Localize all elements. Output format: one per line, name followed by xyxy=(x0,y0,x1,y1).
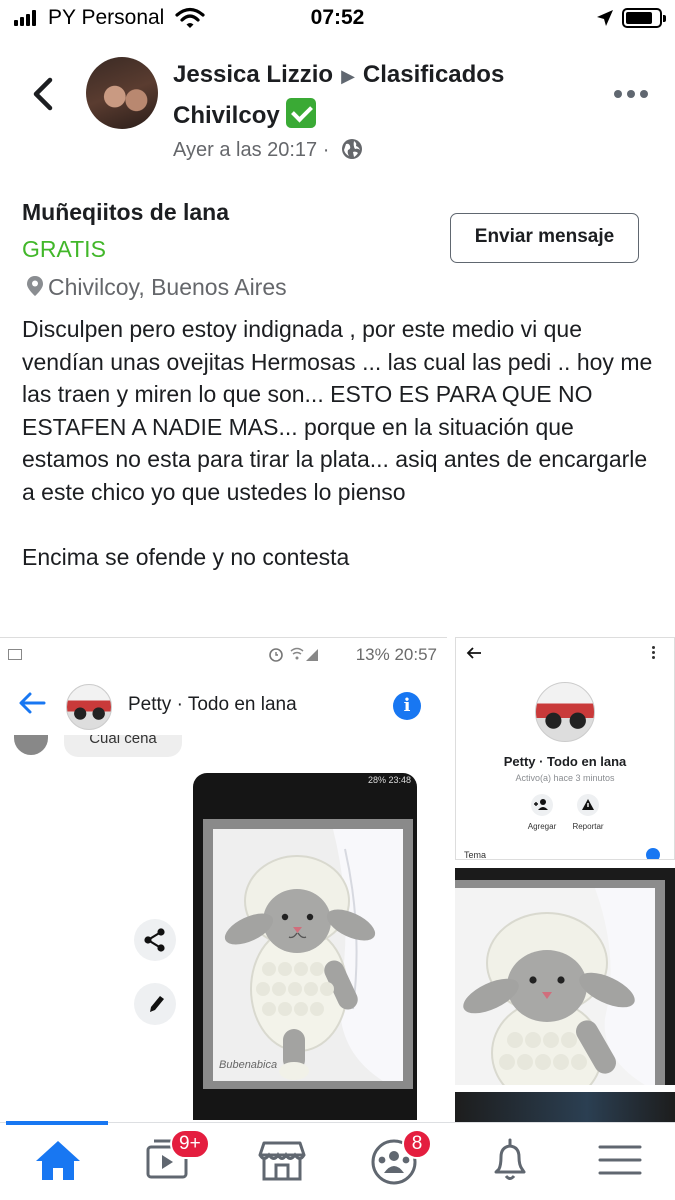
nav-home[interactable] xyxy=(30,1135,86,1185)
theme-label: Tema xyxy=(464,850,487,860)
chat-avatar-small xyxy=(14,735,48,755)
post-timestamp[interactable]: Ayer a las 20:17 xyxy=(173,139,317,161)
add-friend-icon xyxy=(534,799,548,810)
embedded-status-bar: 13% 20:57 xyxy=(0,638,447,670)
nav-notifications[interactable] xyxy=(482,1135,538,1185)
clock-time: 07:52 xyxy=(310,6,365,29)
post-body-text: Disculpen pero estoy indignada , por est… xyxy=(22,316,653,570)
pencil-icon xyxy=(150,996,164,1012)
info-icon: i xyxy=(393,692,421,720)
send-message-button[interactable]: Enviar mensaje xyxy=(450,213,639,263)
home-icon xyxy=(36,1141,80,1180)
back-arrow-icon xyxy=(19,692,46,714)
more-vertical-icon xyxy=(652,646,656,660)
status-bar: PY Personal 07:52 xyxy=(0,0,675,38)
nav-watch[interactable]: 9+ xyxy=(140,1129,210,1185)
group-name[interactable]: Clasificados xyxy=(363,61,504,88)
bell-icon xyxy=(494,1138,526,1180)
theme-color-dot xyxy=(646,848,660,859)
wifi-signal-icon xyxy=(290,647,318,661)
hamburger-menu-icon xyxy=(598,1145,642,1175)
nav-marketplace[interactable] xyxy=(254,1135,310,1185)
post-photo-profile-screenshot[interactable]: Petty · Todo en lana Activo(a) hace 3 mi… xyxy=(455,637,675,860)
profile-name: Petty · Todo en lana xyxy=(503,754,627,769)
post-photo-chat-screenshot[interactable]: 13% 20:57 Petty · Todo en lana i Cual ce… xyxy=(0,637,447,1120)
location-arrow-icon xyxy=(597,10,613,26)
bottom-navigation: 9+ 8 xyxy=(0,1121,675,1200)
chat-photo: 28% 23:48 Bubenabica xyxy=(193,773,417,1120)
marketplace-store-icon xyxy=(258,1141,306,1181)
share-icon xyxy=(144,928,165,952)
more-options-icon[interactable] xyxy=(614,86,648,102)
crochet-lamb-photo xyxy=(455,868,675,1085)
chat-bubble: Cual cena xyxy=(64,735,182,757)
green-check-icon xyxy=(285,98,316,128)
groups-notification-badge: 8 xyxy=(402,1129,432,1159)
back-arrow-icon[interactable] xyxy=(26,76,60,112)
author-name[interactable]: Jessica Lizzio xyxy=(173,61,333,88)
active-tab-indicator xyxy=(6,1121,108,1125)
inner-status-text: 28% 23:48 xyxy=(367,775,411,785)
post-photo-partial[interactable] xyxy=(455,1092,675,1122)
author-avatar[interactable] xyxy=(86,57,158,129)
photo-watermark: Bubenabica xyxy=(219,1059,278,1071)
arrow-right-icon: ▶ xyxy=(341,66,355,86)
nav-groups[interactable]: 8 xyxy=(368,1129,432,1185)
location-text: Chivilcoy, Buenos Aires xyxy=(48,274,287,300)
report-action-label: Reportar xyxy=(572,822,604,831)
embedded-status-text: 13% 20:57 xyxy=(355,645,437,664)
meta-separator: · xyxy=(322,139,330,161)
nav-menu[interactable] xyxy=(592,1135,648,1185)
share-button xyxy=(134,919,176,961)
report-action: Reportar xyxy=(558,794,618,831)
listing-price: GRATIS xyxy=(22,236,106,262)
warning-icon xyxy=(582,799,594,810)
image-icon xyxy=(8,649,22,660)
profile-active-status: Activo(a) hace 3 minutos xyxy=(515,773,615,783)
group-name-line2[interactable]: Chivilcoy xyxy=(173,102,280,129)
battery-icon xyxy=(622,8,666,28)
post-meta: Ayer a las 20:17 · xyxy=(173,138,363,162)
watch-notification-badge: 9+ xyxy=(170,1129,210,1159)
listing-location: Chivilcoy, Buenos Aires xyxy=(26,274,287,301)
post-photo-lamb[interactable] xyxy=(455,868,675,1085)
back-arrow-icon xyxy=(466,647,481,659)
chat-name: Petty · Todo en lana xyxy=(128,694,297,715)
add-action-label: Agregar xyxy=(527,822,557,831)
chat-avatar xyxy=(66,684,112,730)
map-pin-icon xyxy=(27,276,43,296)
lamb-photo-frame: Bubenabica xyxy=(203,819,413,1089)
globe-icon xyxy=(341,139,362,159)
crochet-lamb-illustration xyxy=(213,829,403,1081)
post-header-title: Jessica Lizzio ▶ Clasificados Chivilcoy xyxy=(173,55,593,136)
alarm-icon xyxy=(269,648,283,662)
edit-button xyxy=(134,983,176,1025)
embedded-chat-header: Petty · Todo en lana i xyxy=(0,670,447,742)
listing-title: Muñeqiitos de lana xyxy=(22,199,230,225)
profile-avatar xyxy=(535,682,595,742)
